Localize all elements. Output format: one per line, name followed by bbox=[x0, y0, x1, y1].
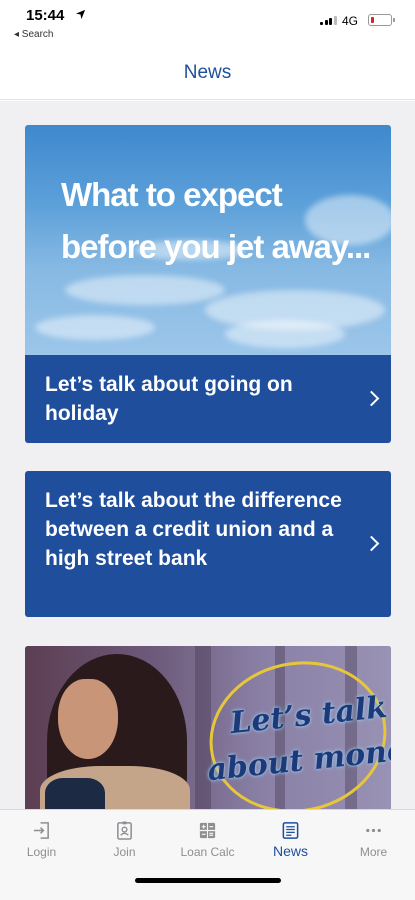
image-headline: What to expect before you jet away... bbox=[61, 169, 371, 273]
chevron-right-icon bbox=[363, 390, 380, 407]
tab-label: Login bbox=[26, 845, 57, 859]
id-badge-icon bbox=[117, 821, 132, 840]
tab-login[interactable]: Login bbox=[0, 810, 83, 866]
news-card-holiday[interactable]: What to expect before you jet away... Le… bbox=[25, 125, 391, 443]
tab-label: Loan Calc bbox=[180, 845, 235, 859]
nav-header: News bbox=[0, 46, 415, 100]
chevron-right-icon bbox=[363, 535, 380, 552]
tab-label: News bbox=[272, 843, 308, 859]
tab-more[interactable]: More bbox=[332, 810, 415, 866]
more-icon bbox=[366, 828, 381, 833]
tab-loan-calc[interactable]: Loan Calc bbox=[166, 810, 249, 866]
battery-icon bbox=[368, 14, 395, 26]
login-icon bbox=[33, 822, 49, 839]
sky-clouds-image: What to expect before you jet away... bbox=[25, 125, 391, 355]
news-card-title: Let’s talk about going on holiday bbox=[45, 373, 293, 425]
home-indicator[interactable] bbox=[135, 878, 281, 883]
signal-strength-icon bbox=[320, 15, 337, 25]
news-card-title: Let’s talk about the difference between … bbox=[45, 489, 342, 570]
location-arrow-icon bbox=[75, 9, 86, 20]
tab-label: Join bbox=[113, 845, 136, 859]
tab-join[interactable]: Join bbox=[83, 810, 166, 866]
status-time: 15:44 bbox=[26, 7, 65, 24]
image-headline-line2: before you jet away... bbox=[61, 228, 371, 265]
news-card-money[interactable]: Let’s talk about money bbox=[25, 646, 391, 809]
tab-bar: Login Join Loan Calc News More bbox=[0, 809, 415, 900]
money-photo: Let’s talk about money bbox=[25, 646, 391, 809]
network-type: 4G bbox=[342, 14, 359, 28]
status-bar: 15:44 ◂ Search 4G bbox=[0, 0, 415, 46]
tab-news[interactable]: News bbox=[249, 810, 332, 866]
news-card-credit-union[interactable]: Let’s talk about the difference between … bbox=[25, 471, 391, 617]
back-to-search-link[interactable]: ◂ Search bbox=[14, 29, 53, 40]
news-card-holiday-bar[interactable]: Let’s talk about going on holiday bbox=[25, 355, 391, 443]
news-list[interactable]: What to expect before you jet away... Le… bbox=[0, 101, 415, 809]
calculator-icon bbox=[199, 822, 216, 839]
image-headline-line1: What to expect bbox=[61, 176, 283, 213]
tab-label: More bbox=[359, 845, 388, 859]
page-title: News bbox=[183, 62, 232, 83]
newspaper-icon bbox=[282, 822, 299, 839]
